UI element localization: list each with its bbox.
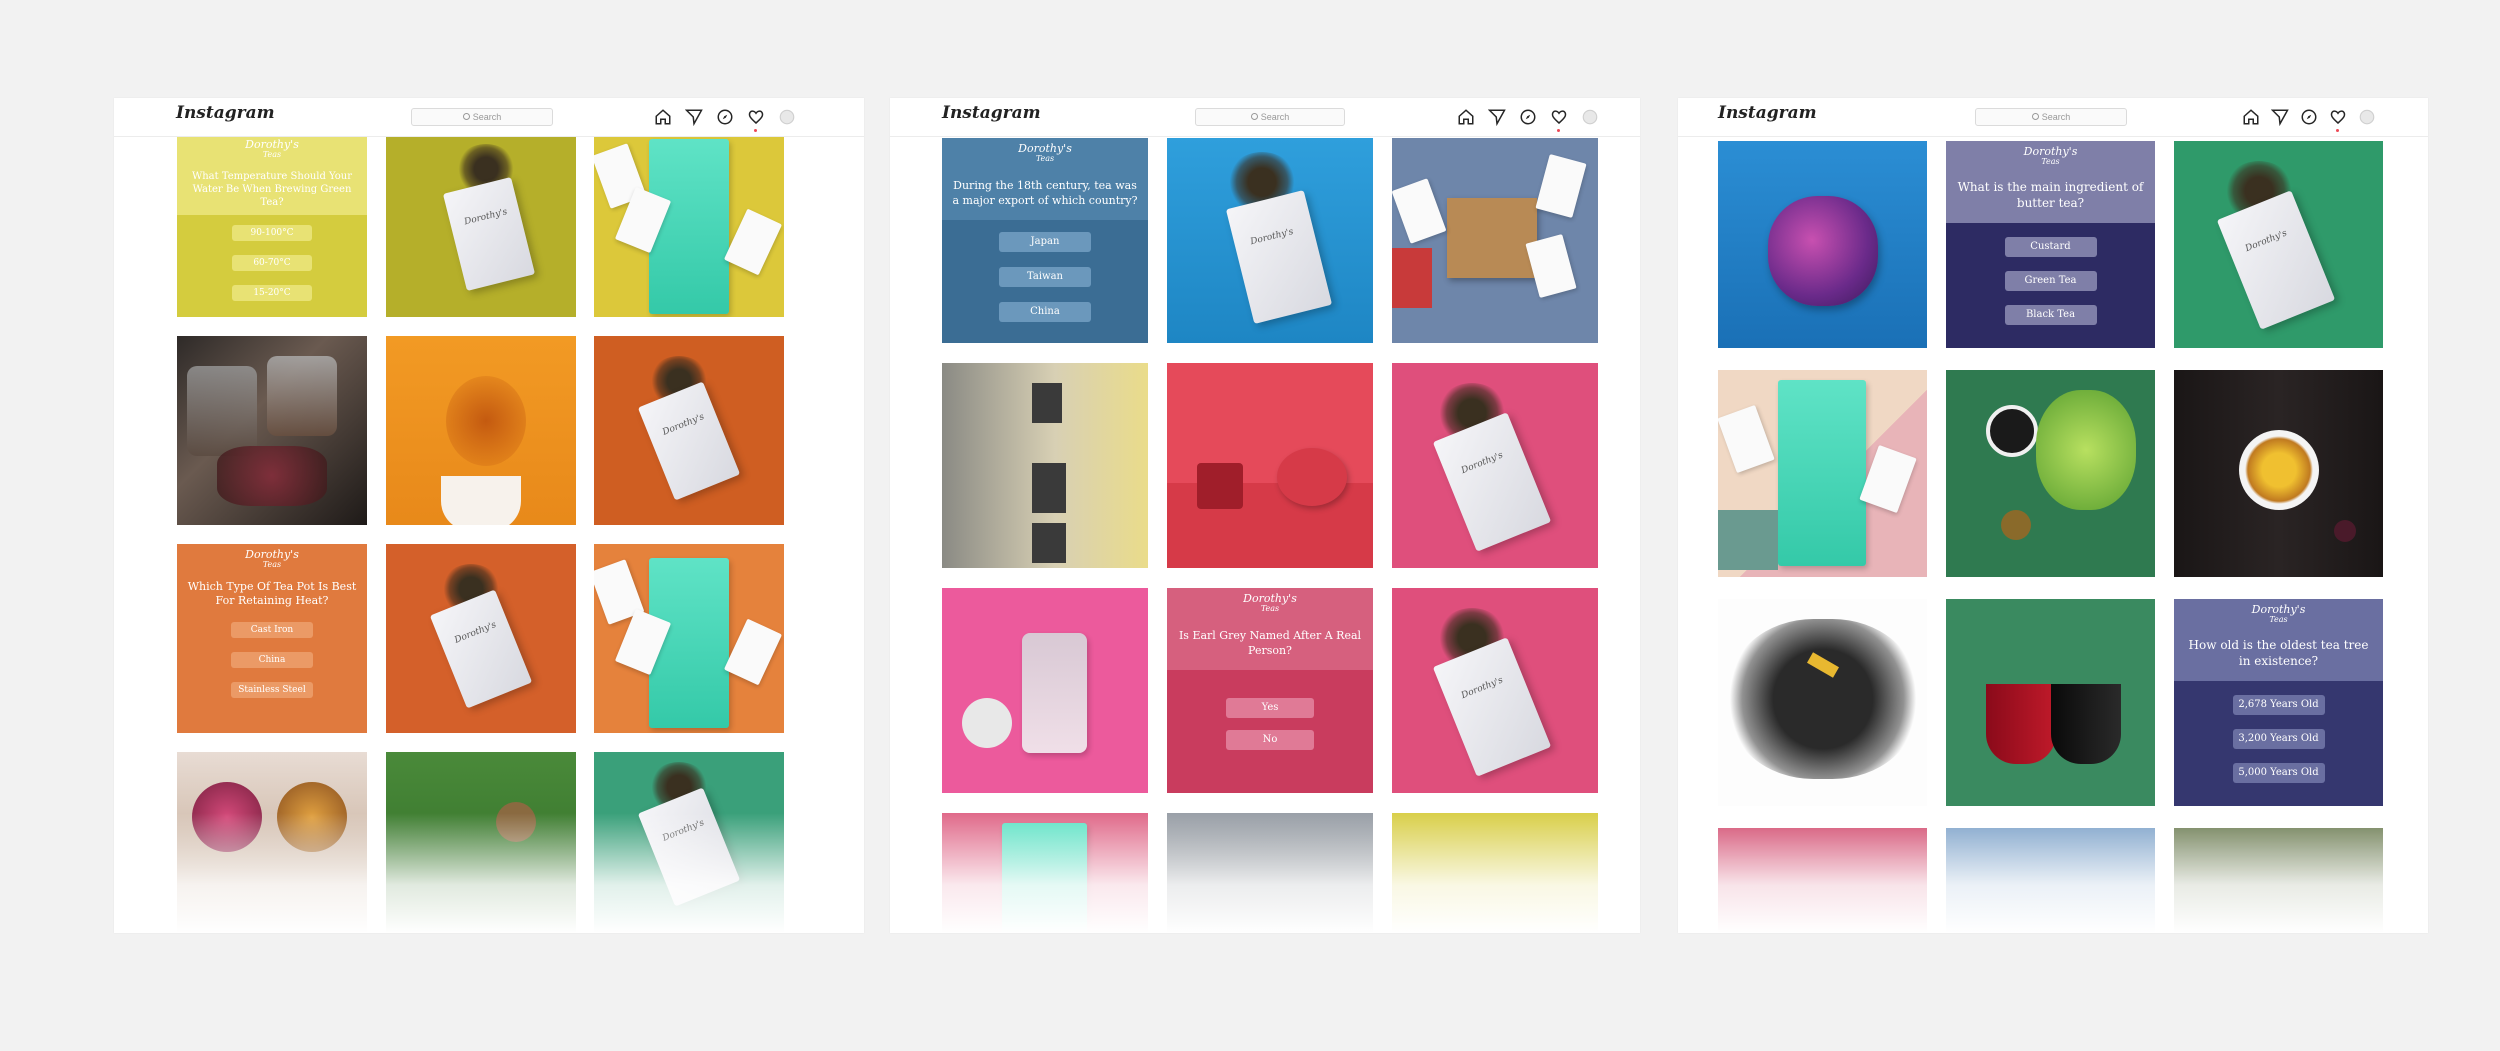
quiz-answer: 15-20°C (232, 285, 312, 301)
quiz-answer: 5,000 Years Old (2232, 763, 2325, 783)
quiz-question: What is the main ingredient of butter te… (1957, 180, 2144, 210)
tea-bag-post[interactable]: Dorothy's (1392, 588, 1598, 793)
top-nav-bar: Instagram Search (1678, 98, 2428, 137)
instagram-screen-2: Dorothy's Teas During the 18th century, t… (890, 98, 1640, 933)
teapot-post[interactable] (1718, 141, 1927, 348)
brand-logo: Dorothy's Teas (245, 138, 299, 159)
tea-caddy-post[interactable] (942, 588, 1148, 793)
tea-bag-post[interactable]: Dorothy's (1167, 138, 1373, 343)
quiz-answer: No (1226, 730, 1314, 750)
tea-bag-post[interactable]: Dorothy's (386, 134, 576, 317)
top-nav-bar: Instagram Search (114, 98, 864, 137)
tea-tin-post[interactable] (594, 134, 784, 317)
quiz-post[interactable]: Dorothy's Teas How old is the oldest tea … (2174, 599, 2383, 806)
profile-icon[interactable] (778, 108, 796, 126)
search-input[interactable]: Search (1975, 108, 2127, 126)
quiz-answer: China (231, 652, 313, 668)
notification-dot (754, 129, 757, 132)
instagram-logo[interactable]: Instagram (176, 103, 275, 123)
notification-dot (1557, 129, 1560, 132)
search-icon (462, 113, 470, 121)
tea-bag-post[interactable]: Dorothy's (386, 544, 576, 733)
top-nav-bar: Instagram Search (890, 98, 1640, 137)
quiz-question: Is Earl Grey Named After A Real Person? (1178, 629, 1362, 657)
home-icon[interactable] (2242, 108, 2260, 126)
brand-logo: Dorothy's Teas (245, 548, 299, 569)
tea-bag-post[interactable]: Dorothy's (594, 336, 784, 525)
explore-icon[interactable] (716, 108, 734, 126)
tea-tin-post[interactable] (594, 544, 784, 733)
nav-icons (654, 108, 796, 132)
quiz-answer: Stainless Steel (231, 682, 313, 698)
search-input[interactable]: Search (1195, 108, 1345, 126)
heart-icon[interactable] (2329, 108, 2347, 132)
quiz-answer: Black Tea (2004, 305, 2097, 325)
loose-leaf-post[interactable] (1718, 599, 1927, 806)
quiz-answer: Taiwan (999, 267, 1091, 287)
quiz-answer: China (999, 302, 1091, 322)
instagram-logo[interactable]: Instagram (1718, 103, 1817, 123)
gift-box-post[interactable] (1392, 138, 1598, 343)
quiz-answer: Yes (1226, 698, 1314, 718)
home-icon[interactable] (654, 108, 672, 126)
direct-icon[interactable] (1487, 108, 1506, 127)
instagram-screen-3: Dorothy's Teas What is the main ingredien… (1678, 98, 2428, 933)
quiz-answer: Cast Iron (231, 622, 313, 638)
nav-icons (1457, 108, 1599, 132)
quiz-post[interactable]: Dorothy's Teas During the 18th century, t… (942, 138, 1148, 343)
tea-pot-post[interactable] (1167, 363, 1373, 568)
tea-shelf-post[interactable] (942, 363, 1148, 568)
heart-icon[interactable] (1550, 108, 1568, 132)
quiz-answer: 2,678 Years Old (2232, 695, 2325, 715)
search-icon (2031, 113, 2039, 121)
direct-icon[interactable] (2270, 108, 2289, 127)
quiz-question: How old is the oldest tea tree in existe… (2188, 638, 2369, 668)
tea-cup-post[interactable] (2174, 370, 2383, 577)
brand-logo: Dorothy's Teas (2023, 145, 2078, 166)
home-icon[interactable] (1457, 108, 1475, 126)
quiz-post[interactable]: Dorothy's Teas What Temperature Should Yo… (177, 134, 367, 317)
tea-bag-post[interactable]: Dorothy's (1392, 363, 1598, 568)
quiz-answer: 90-100°C (232, 225, 312, 241)
nav-icons (2242, 108, 2376, 132)
quiz-question: During the 18th century, tea was a major… (952, 179, 1138, 207)
quiz-answer: Japan (999, 232, 1091, 252)
quiz-question: What Temperature Should Your Water Be Wh… (191, 171, 353, 208)
quiz-post[interactable]: Dorothy's Teas Is Earl Grey Named After A… (1167, 588, 1373, 793)
quiz-question: Which Type Of Tea Pot Is Best For Retain… (187, 580, 357, 607)
quiz-post[interactable]: Dorothy's Teas Which Type Of Tea Pot Is B… (177, 544, 367, 733)
heart-icon[interactable] (747, 108, 765, 132)
profile-icon[interactable] (2358, 108, 2376, 126)
tea-jars-post[interactable] (177, 336, 367, 525)
tea-tin-post[interactable] (1718, 370, 1927, 577)
quiz-answer: 60-70°C (232, 255, 312, 271)
tea-splash-post[interactable] (386, 336, 576, 525)
search-input[interactable]: Search (411, 108, 553, 126)
explore-icon[interactable] (1519, 108, 1537, 126)
quiz-answer: Custard (2004, 237, 2097, 257)
instagram-screen-1: Dorothy's Teas What Temperature Should Yo… (114, 98, 864, 933)
search-icon (1250, 113, 1258, 121)
quiz-post[interactable]: Dorothy's Teas What is the main ingredien… (1946, 141, 2155, 348)
instagram-logo[interactable]: Instagram (942, 103, 1041, 123)
quiz-answer: Green Tea (2004, 271, 2097, 291)
brand-logo: Dorothy's Teas (1018, 142, 1072, 163)
brand-logo: Dorothy's Teas (1243, 592, 1297, 613)
profile-icon[interactable] (1581, 108, 1599, 126)
explore-icon[interactable] (2300, 108, 2318, 126)
direct-icon[interactable] (684, 108, 703, 127)
greens-post[interactable] (1946, 370, 2155, 577)
quiz-answer: 3,200 Years Old (2232, 729, 2325, 749)
notification-dot (2336, 129, 2339, 132)
tea-cups-post[interactable] (1946, 599, 2155, 806)
brand-logo: Dorothy's Teas (2251, 603, 2306, 624)
tea-bag-post[interactable]: Dorothy's (2174, 141, 2383, 348)
